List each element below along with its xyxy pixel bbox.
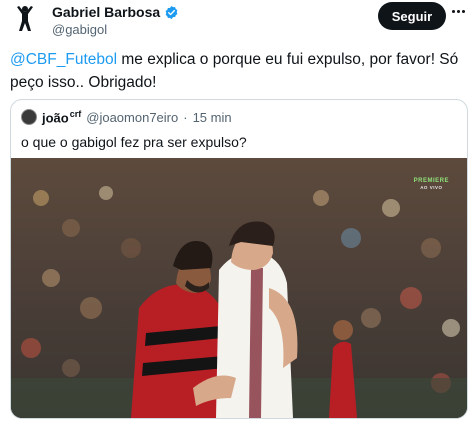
ellipsis-icon[interactable] bbox=[452, 10, 465, 13]
quoted-media-image[interactable]: PREMIERE AO VIVO bbox=[11, 158, 467, 418]
quoted-tweet-header: joãocrf @joaomon7eiro · 15 min bbox=[21, 109, 232, 125]
quoted-tweet[interactable]: joãocrf @joaomon7eiro · 15 min o que o g… bbox=[10, 99, 468, 419]
match-photo bbox=[11, 158, 467, 418]
follow-button[interactable]: Seguir bbox=[378, 2, 446, 30]
quoted-author-flag: crf bbox=[69, 109, 82, 119]
quoted-avatar[interactable] bbox=[21, 109, 37, 126]
mention-link[interactable]: @CBF_Futebol bbox=[10, 51, 117, 68]
tweet-text: @CBF_Futebol me explica o porque eu fui … bbox=[10, 48, 470, 94]
broadcaster-logo: PREMIERE AO VIVO bbox=[414, 178, 449, 190]
broadcaster-name: PREMIERE bbox=[413, 178, 449, 184]
quoted-author-name[interactable]: joãocrf bbox=[42, 109, 81, 125]
live-label: AO VIVO bbox=[420, 185, 443, 190]
author-name[interactable]: Gabriel Barbosa bbox=[52, 4, 160, 20]
meta-separator: · bbox=[183, 109, 188, 125]
quoted-timestamp[interactable]: 15 min bbox=[193, 110, 232, 125]
quoted-tweet-text: o que o gabigol fez pra ser expulso? bbox=[21, 134, 247, 150]
player-silhouette-icon bbox=[17, 6, 33, 31]
verified-badge-icon bbox=[165, 5, 178, 19]
author-handle[interactable]: @gabigol bbox=[52, 22, 179, 37]
author-avatar[interactable] bbox=[10, 4, 40, 34]
quoted-name-text: joão bbox=[42, 110, 69, 126]
quoted-author-handle[interactable]: @joaomon7eiro bbox=[86, 110, 178, 125]
author-name-row[interactable]: Gabriel Barbosa bbox=[52, 3, 179, 21]
author-info: Gabriel Barbosa @gabigol bbox=[52, 3, 179, 37]
